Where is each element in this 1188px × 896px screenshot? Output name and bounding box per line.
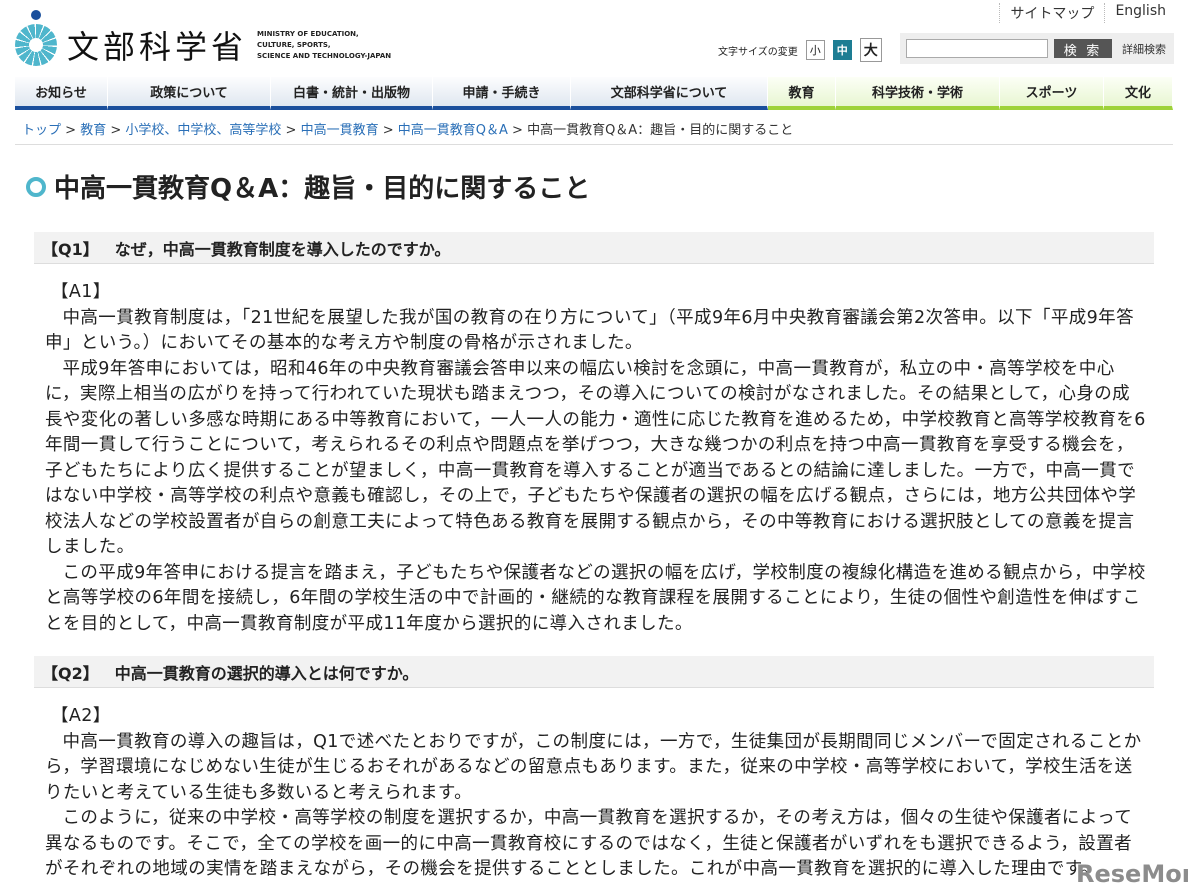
search-input[interactable] — [906, 39, 1048, 58]
logo-emblem-icon — [15, 10, 57, 66]
answer-block: 【A2】 中高一貫教育の導入の趣旨は，Q1で述べたとおりですが，この制度には，一… — [45, 704, 1147, 883]
nav-news[interactable]: お知らせ — [15, 77, 108, 110]
nav-about[interactable]: 文部科学省について — [571, 77, 768, 110]
site-logo[interactable]: 文部科学省 MINISTRY OF EDUCATION, CULTURE, SPO… — [15, 8, 391, 68]
breadcrumb-link[interactable]: トップ — [22, 123, 61, 138]
nav-sports[interactable]: スポーツ — [1000, 77, 1104, 110]
font-size-medium[interactable]: 中 — [832, 40, 852, 60]
nav-publications[interactable]: 白書・統計・出版物 — [271, 77, 433, 110]
breadcrumb: トップ > 教育 > 小学校、中学校、高等学校 > 中高一貫教育 > 中高一貫教… — [22, 123, 794, 138]
answer-paragraph: この平成9年答申における提言を踏まえ，子どもたちや保護者などの選択の幅を広げ，学… — [45, 562, 1146, 634]
nav-science[interactable]: 科学技術・学術 — [836, 77, 1000, 110]
nav-policy[interactable]: 政策について — [108, 77, 271, 110]
breadcrumb-link[interactable]: 中高一貫教育Q＆A — [398, 123, 508, 138]
top-links: サイトマップ English — [999, 3, 1176, 23]
font-size-small[interactable]: 小 — [805, 40, 825, 60]
logo-english: MINISTRY OF EDUCATION, CULTURE, SPORTS, SC… — [257, 29, 392, 60]
advanced-search-link[interactable]: 詳細検索 — [1122, 41, 1166, 57]
breadcrumb-link[interactable]: 小学校、中学校、高等学校 — [125, 123, 281, 138]
answer-paragraph: 中高一貫教育制度は，「21世紀を展望した我が国の教育の在り方について」（平成9年… — [45, 307, 1134, 354]
answer-paragraph: このように，従来の中学校・高等学校の制度を選択するか，中高一貫教育を選択するか，… — [45, 808, 1133, 879]
nav-applications[interactable]: 申請・手続き — [433, 77, 571, 110]
font-size-switcher: 文字サイズの変更 小 中 大 — [718, 38, 882, 62]
logo-text: 文部科学省 — [67, 28, 248, 66]
page: 文部科学省 MINISTRY OF EDUCATION, CULTURE, SPO… — [0, 0, 1188, 896]
english-link[interactable]: English — [1104, 3, 1176, 23]
answer-paragraph: 中高一貫教育の導入の趣旨は，Q1で述べたとおりですが，この制度には，一方で，生徒… — [45, 731, 1142, 803]
search-bar: 検 索 詳細検索 — [900, 33, 1174, 64]
global-nav: お知らせ 政策について 白書・統計・出版物 申請・手続き 文部科学省について 教… — [15, 77, 1173, 110]
bullet-icon — [26, 176, 46, 197]
font-size-large[interactable]: 大 — [859, 38, 882, 62]
search-button[interactable]: 検 索 — [1054, 39, 1112, 58]
nav-education[interactable]: 教育 — [768, 77, 836, 110]
divider — [15, 144, 1173, 145]
answer-block: 【A1】 中高一貫教育制度は，「21世紀を展望した我が国の教育の在り方について」… — [45, 280, 1147, 637]
sitemap-link[interactable]: サイトマップ — [999, 3, 1104, 23]
question-heading: 【Q1】 なぜ，中高一貫教育制度を導入したのですか。 — [34, 232, 1154, 264]
font-size-label: 文字サイズの変更 — [718, 46, 798, 58]
nav-culture[interactable]: 文化 — [1104, 77, 1173, 110]
breadcrumb-link[interactable]: 中高一貫教育 — [301, 123, 379, 138]
watermark-logo: ReseMom — [1076, 860, 1188, 888]
answer-paragraph: 平成9年答申においては，昭和46年の中央教育審議会答申以来の幅広い検討を念頭に，… — [45, 358, 1146, 558]
page-title: 中高一貫教育Q＆A：趣旨・目的に関すること — [26, 168, 590, 205]
breadcrumb-current: 中高一貫教育Q＆A：趣旨・目的に関すること — [527, 123, 794, 138]
breadcrumb-link[interactable]: 教育 — [80, 123, 106, 138]
question-heading: 【Q2】 中高一貫教育の選択的導入とは何ですか。 — [34, 656, 1154, 688]
